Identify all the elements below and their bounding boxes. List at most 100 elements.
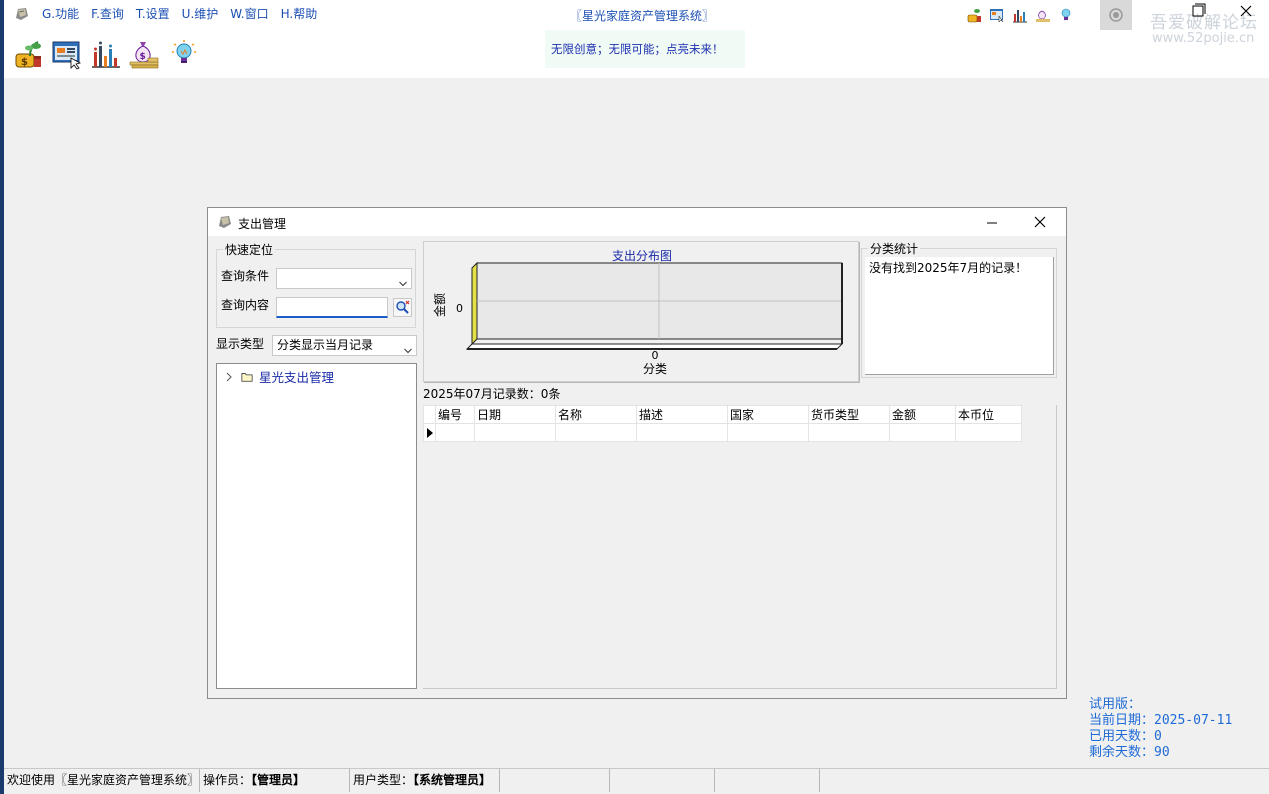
column-header-name[interactable]: 名称 bbox=[555, 405, 637, 424]
table-row-new[interactable] bbox=[423, 423, 1022, 442]
status-user-type-label: 用户类型： bbox=[353, 773, 414, 787]
menu-functions[interactable]: G.功能 bbox=[42, 5, 79, 22]
display-type-value: 分类显示当月记录 bbox=[277, 338, 374, 352]
toolbar: $ $ bbox=[10, 36, 201, 72]
expense-management-window: 支出管理 快速定位 查询条件 查询内容 显示类型 分类显示当月记录 星光支出管理… bbox=[207, 207, 1067, 699]
folder-icon bbox=[241, 371, 253, 383]
query-content-label: 查询内容 bbox=[221, 298, 270, 312]
header-area: G.功能 F.查询 T.设置 U.维护 W.窗口 H.帮助 $ $ 〖星光家庭资… bbox=[4, 0, 1269, 78]
main-application-window: G.功能 F.查询 T.设置 U.维护 W.窗口 H.帮助 $ $ 〖星光家庭资… bbox=[4, 0, 1269, 794]
trial-current-date: 当前日期：2025-07-11 bbox=[1089, 713, 1233, 728]
table-cell[interactable] bbox=[727, 423, 809, 442]
table-cell[interactable] bbox=[955, 423, 1022, 442]
mini-toolbar bbox=[965, 6, 1074, 23]
status-empty-cell bbox=[715, 769, 820, 792]
table-cell[interactable] bbox=[889, 423, 956, 442]
x-tick-label: 0 bbox=[652, 349, 659, 362]
expense-distribution-chart: 支出分布图 0 0 分类 金额 bbox=[423, 241, 859, 382]
trial-info: 试用版： 当前日期：2025-07-11 已用天数：0 剩余天数：90 bbox=[1089, 697, 1232, 761]
money-bag-icon[interactable]: $ bbox=[127, 36, 162, 72]
category-stats-group: 分类统计 没有找到2025年7月的记录！ bbox=[861, 240, 1057, 378]
chart-plot-area bbox=[465, 261, 844, 350]
app-logo-icon[interactable] bbox=[14, 6, 30, 22]
trial-remaining-days: 剩余天数：90 bbox=[1089, 745, 1170, 760]
table-cell[interactable] bbox=[808, 423, 890, 442]
table-header-row: 编号 日期 名称 描述 国家 货币类型 金额 本币位 bbox=[423, 405, 1022, 424]
table-cell[interactable] bbox=[555, 423, 637, 442]
search-icon[interactable] bbox=[393, 298, 412, 317]
column-header-country[interactable]: 国家 bbox=[727, 405, 809, 424]
web-screen-icon[interactable] bbox=[49, 36, 84, 72]
chart-canvas: 支出分布图 0 0 分类 金额 bbox=[432, 249, 844, 376]
window-title: 支出管理 bbox=[238, 217, 287, 231]
query-condition-label: 查询条件 bbox=[221, 269, 270, 283]
y-tick-label: 0 bbox=[456, 302, 463, 315]
close-icon[interactable] bbox=[1032, 214, 1048, 230]
column-header-description[interactable]: 描述 bbox=[636, 405, 728, 424]
status-operator: 操作员：【管理员】 bbox=[200, 769, 350, 792]
tree-root-node[interactable]: 星光支出管理 bbox=[223, 367, 334, 386]
status-operator-label: 操作员： bbox=[203, 773, 252, 787]
status-bar: 欢迎使用〖星光家庭资产管理系统〗 操作员：【管理员】 用户类型：【系统管理员】 bbox=[4, 768, 1269, 792]
minimize-icon[interactable] bbox=[984, 215, 1000, 231]
column-header-amount[interactable]: 金额 bbox=[889, 405, 956, 424]
lightbulb-icon[interactable] bbox=[166, 36, 201, 72]
trial-version-label: 试用版： bbox=[1089, 697, 1142, 712]
svg-text:$: $ bbox=[139, 52, 145, 62]
menu-settings[interactable]: T.设置 bbox=[136, 5, 170, 22]
chevron-down-icon bbox=[404, 342, 412, 354]
menu-maintenance[interactable]: U.维护 bbox=[182, 5, 219, 22]
bar-chart-icon[interactable] bbox=[88, 36, 123, 72]
chevron-right-icon[interactable] bbox=[223, 371, 235, 383]
money-plant-icon[interactable] bbox=[965, 6, 982, 23]
display-type-label: 显示类型 bbox=[216, 337, 265, 351]
slogan-banner: 无限创意；无限可能；点亮未来！ bbox=[545, 30, 745, 68]
column-header-local-currency[interactable]: 本币位 bbox=[955, 405, 1022, 424]
status-operator-value: 【管理员】 bbox=[251, 773, 306, 787]
records-table: 编号 日期 名称 描述 国家 货币类型 金额 本币位 bbox=[423, 405, 1022, 442]
record-button[interactable] bbox=[1100, 0, 1132, 30]
web-screen-icon[interactable] bbox=[988, 6, 1005, 23]
category-stats-label: 分类统计 bbox=[868, 240, 921, 257]
tree-root-label: 星光支出管理 bbox=[259, 370, 335, 385]
money-plant-icon[interactable]: $ bbox=[10, 36, 45, 72]
query-condition-select[interactable] bbox=[276, 268, 412, 289]
row-pointer-icon bbox=[426, 427, 433, 438]
column-header-currency-type[interactable]: 货币类型 bbox=[808, 405, 890, 424]
app-title: 〖星光家庭资产管理系统〗 bbox=[570, 9, 715, 23]
bar-chart-icon[interactable] bbox=[1011, 6, 1028, 23]
svg-text:$: $ bbox=[21, 57, 28, 68]
maximize-icon[interactable] bbox=[1190, 3, 1206, 19]
table-cell[interactable] bbox=[636, 423, 728, 442]
table-cell[interactable] bbox=[435, 423, 475, 442]
menu-help[interactable]: H.帮助 bbox=[281, 5, 318, 22]
query-content-input[interactable] bbox=[276, 297, 388, 318]
x-axis-label: 分类 bbox=[643, 362, 667, 376]
row-indicator-header bbox=[423, 405, 436, 424]
status-user-type-value: 【系统管理员】 bbox=[413, 773, 492, 787]
menu-query[interactable]: F.查询 bbox=[91, 5, 124, 22]
window-icon bbox=[217, 214, 233, 230]
table-cell[interactable] bbox=[474, 423, 556, 442]
category-stats-text: 没有找到2025年7月的记录！ bbox=[865, 257, 1054, 375]
quick-locate-label: 快速定位 bbox=[223, 241, 276, 258]
money-bag-icon[interactable] bbox=[1034, 6, 1051, 23]
record-icon bbox=[1109, 8, 1123, 22]
chart-title: 支出分布图 bbox=[612, 249, 672, 263]
trial-used-days: 已用天数：0 bbox=[1089, 729, 1162, 744]
lightbulb-icon[interactable] bbox=[1057, 6, 1074, 23]
status-empty-cell bbox=[500, 769, 610, 792]
menu-window[interactable]: W.窗口 bbox=[230, 5, 268, 22]
record-count: 2025年07月记录数：0条 bbox=[423, 387, 561, 401]
status-welcome: 欢迎使用〖星光家庭资产管理系统〗 bbox=[4, 769, 200, 792]
display-type-select[interactable]: 分类显示当月记录 bbox=[272, 335, 417, 356]
y-axis-label: 金额 bbox=[432, 293, 447, 317]
close-icon[interactable] bbox=[1238, 3, 1254, 19]
column-header-date[interactable]: 日期 bbox=[474, 405, 556, 424]
row-indicator bbox=[423, 423, 436, 442]
status-empty-cell bbox=[610, 769, 715, 792]
records-grid[interactable]: 编号 日期 名称 描述 国家 货币类型 金额 本币位 bbox=[423, 405, 1057, 689]
column-header-id[interactable]: 编号 bbox=[435, 405, 475, 424]
window-titlebar[interactable]: 支出管理 bbox=[208, 208, 1066, 236]
chart-left-wall bbox=[471, 261, 478, 346]
